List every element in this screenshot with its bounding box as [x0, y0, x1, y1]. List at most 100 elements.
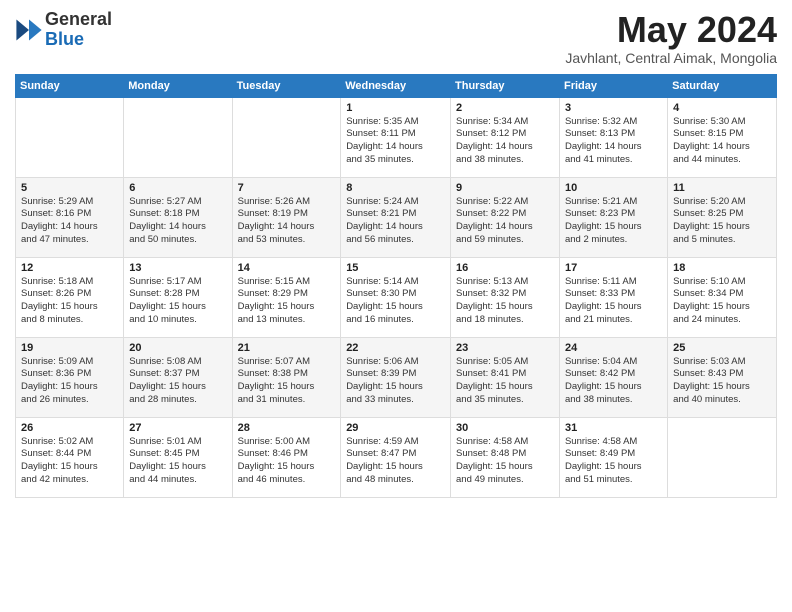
- day-info: Sunrise: 5:04 AM Sunset: 8:42 PM Dayligh…: [565, 356, 662, 407]
- calendar-cell: 2 Sunrise: 5:34 AM Sunset: 8:12 PM Daylig…: [451, 97, 560, 177]
- day-number: 14: [238, 262, 336, 274]
- day-number: 24: [565, 342, 662, 354]
- title-block: May 2024 Javhlant, Central Aimak, Mongol…: [565, 10, 777, 66]
- calendar-cell: 12Sunrise: 5:18 AM Sunset: 8:26 PM Dayli…: [16, 257, 124, 337]
- day-info: Sunrise: 5:26 AM Sunset: 8:19 PM Dayligh…: [238, 196, 336, 247]
- day-number: 25: [673, 342, 771, 354]
- day-number: 31: [565, 422, 662, 434]
- day-info: Sunrise: 5:13 AM Sunset: 8:32 PM Dayligh…: [456, 276, 554, 327]
- day-number: 13: [129, 262, 226, 274]
- calendar-cell: 24 Sunrise: 5:04 AM Sunset: 8:42 PM Dayli…: [559, 337, 667, 417]
- calendar-cell: [124, 97, 232, 177]
- calendar-cell: 28 Sunrise: 5:00 AM Sunset: 8:46 PM Dayli…: [232, 417, 341, 497]
- day-info: Sunrise: 5:11 AM Sunset: 8:33 PM Dayligh…: [565, 276, 662, 327]
- weekday-header-thursday: Thursday: [451, 74, 560, 97]
- calendar-cell: 10 Sunrise: 5:21 AM Sunset: 8:23 PM Dayli…: [559, 177, 667, 257]
- day-number: 28: [238, 422, 336, 434]
- day-number: 30: [456, 422, 554, 434]
- day-number: 20: [129, 342, 226, 354]
- calendar-cell: 5Sunrise: 5:29 AM Sunset: 8:16 PM Daylig…: [16, 177, 124, 257]
- day-info: Sunrise: 5:30 AM Sunset: 8:15 PM Dayligh…: [673, 116, 771, 167]
- calendar-cell: 20 Sunrise: 5:08 AM Sunset: 8:37 PM Dayli…: [124, 337, 232, 417]
- calendar-cell: 23Sunrise: 5:05 AM Sunset: 8:41 PM Dayli…: [451, 337, 560, 417]
- weekday-header-tuesday: Tuesday: [232, 74, 341, 97]
- calendar-cell: 22 Sunrise: 5:06 AM Sunset: 8:39 PM Dayli…: [341, 337, 451, 417]
- weekday-header-row: SundayMondayTuesdayWednesdayThursdayFrid…: [16, 74, 777, 97]
- day-info: Sunrise: 5:03 AM Sunset: 8:43 PM Dayligh…: [673, 356, 771, 407]
- day-number: 27: [129, 422, 226, 434]
- day-info: Sunrise: 5:09 AM Sunset: 8:36 PM Dayligh…: [21, 356, 118, 407]
- day-info: Sunrise: 5:02 AM Sunset: 8:44 PM Dayligh…: [21, 436, 118, 487]
- day-number: 2: [456, 102, 554, 114]
- day-number: 21: [238, 342, 336, 354]
- logo: General Blue: [15, 10, 112, 50]
- day-info: Sunrise: 5:17 AM Sunset: 8:28 PM Dayligh…: [129, 276, 226, 327]
- calendar-cell: 25 Sunrise: 5:03 AM Sunset: 8:43 PM Dayli…: [668, 337, 777, 417]
- day-info: Sunrise: 5:05 AM Sunset: 8:41 PM Dayligh…: [456, 356, 554, 407]
- day-number: 9: [456, 182, 554, 194]
- day-number: 7: [238, 182, 336, 194]
- calendar-cell: 3 Sunrise: 5:32 AM Sunset: 8:13 PM Daylig…: [559, 97, 667, 177]
- day-info: Sunrise: 5:32 AM Sunset: 8:13 PM Dayligh…: [565, 116, 662, 167]
- day-number: 3: [565, 102, 662, 114]
- day-number: 19: [21, 342, 118, 354]
- day-info: Sunrise: 4:59 AM Sunset: 8:47 PM Dayligh…: [346, 436, 445, 487]
- day-info: Sunrise: 5:15 AM Sunset: 8:29 PM Dayligh…: [238, 276, 336, 327]
- calendar-cell: 17 Sunrise: 5:11 AM Sunset: 8:33 PM Dayli…: [559, 257, 667, 337]
- week-row-0: 1Sunrise: 5:35 AM Sunset: 8:11 PM Daylig…: [16, 97, 777, 177]
- day-number: 22: [346, 342, 445, 354]
- day-info: Sunrise: 4:58 AM Sunset: 8:49 PM Dayligh…: [565, 436, 662, 487]
- day-number: 11: [673, 182, 771, 194]
- weekday-header-saturday: Saturday: [668, 74, 777, 97]
- weekday-header-sunday: Sunday: [16, 74, 124, 97]
- calendar-cell: 27 Sunrise: 5:01 AM Sunset: 8:45 PM Dayli…: [124, 417, 232, 497]
- calendar-cell: 21 Sunrise: 5:07 AM Sunset: 8:38 PM Dayli…: [232, 337, 341, 417]
- weekday-header-wednesday: Wednesday: [341, 74, 451, 97]
- day-number: 15: [346, 262, 445, 274]
- day-number: 18: [673, 262, 771, 274]
- calendar-cell: 4 Sunrise: 5:30 AM Sunset: 8:15 PM Daylig…: [668, 97, 777, 177]
- day-number: 17: [565, 262, 662, 274]
- calendar-cell: 15 Sunrise: 5:14 AM Sunset: 8:30 PM Dayli…: [341, 257, 451, 337]
- calendar-cell: [668, 417, 777, 497]
- day-info: Sunrise: 5:27 AM Sunset: 8:18 PM Dayligh…: [129, 196, 226, 247]
- calendar-cell: [232, 97, 341, 177]
- day-number: 29: [346, 422, 445, 434]
- calendar-cell: 26Sunrise: 5:02 AM Sunset: 8:44 PM Dayli…: [16, 417, 124, 497]
- calendar-cell: 1Sunrise: 5:35 AM Sunset: 8:11 PM Daylig…: [341, 97, 451, 177]
- day-info: Sunrise: 5:00 AM Sunset: 8:46 PM Dayligh…: [238, 436, 336, 487]
- calendar-cell: 9 Sunrise: 5:22 AM Sunset: 8:22 PM Daylig…: [451, 177, 560, 257]
- header: General Blue May 2024 Javhlant, Central …: [15, 10, 777, 66]
- day-info: Sunrise: 5:08 AM Sunset: 8:37 PM Dayligh…: [129, 356, 226, 407]
- day-number: 4: [673, 102, 771, 114]
- calendar-cell: 19 Sunrise: 5:09 AM Sunset: 8:36 PM Dayli…: [16, 337, 124, 417]
- day-info: Sunrise: 5:14 AM Sunset: 8:30 PM Dayligh…: [346, 276, 445, 327]
- calendar-cell: 18Sunrise: 5:10 AM Sunset: 8:34 PM Dayli…: [668, 257, 777, 337]
- logo-general: General: [45, 9, 112, 29]
- day-info: Sunrise: 5:18 AM Sunset: 8:26 PM Dayligh…: [21, 276, 118, 327]
- day-info: Sunrise: 5:21 AM Sunset: 8:23 PM Dayligh…: [565, 196, 662, 247]
- location: Javhlant, Central Aimak, Mongolia: [565, 50, 777, 66]
- day-info: Sunrise: 5:01 AM Sunset: 8:45 PM Dayligh…: [129, 436, 226, 487]
- day-info: Sunrise: 5:07 AM Sunset: 8:38 PM Dayligh…: [238, 356, 336, 407]
- calendar-cell: 7 Sunrise: 5:26 AM Sunset: 8:19 PM Daylig…: [232, 177, 341, 257]
- day-info: Sunrise: 5:20 AM Sunset: 8:25 PM Dayligh…: [673, 196, 771, 247]
- logo-text: General Blue: [45, 10, 112, 50]
- day-info: Sunrise: 5:34 AM Sunset: 8:12 PM Dayligh…: [456, 116, 554, 167]
- day-number: 5: [21, 182, 118, 194]
- calendar-cell: 8Sunrise: 5:24 AM Sunset: 8:21 PM Daylig…: [341, 177, 451, 257]
- day-number: 6: [129, 182, 226, 194]
- calendar-cell: 31 Sunrise: 4:58 AM Sunset: 8:49 PM Dayli…: [559, 417, 667, 497]
- day-number: 1: [346, 102, 445, 114]
- day-info: Sunrise: 5:06 AM Sunset: 8:39 PM Dayligh…: [346, 356, 445, 407]
- day-number: 10: [565, 182, 662, 194]
- weekday-header-monday: Monday: [124, 74, 232, 97]
- day-info: Sunrise: 5:22 AM Sunset: 8:22 PM Dayligh…: [456, 196, 554, 247]
- weekday-header-friday: Friday: [559, 74, 667, 97]
- logo-icon: [15, 16, 43, 44]
- calendar-cell: 30Sunrise: 4:58 AM Sunset: 8:48 PM Dayli…: [451, 417, 560, 497]
- calendar-cell: [16, 97, 124, 177]
- calendar-cell: 29 Sunrise: 4:59 AM Sunset: 8:47 PM Dayli…: [341, 417, 451, 497]
- calendar-cell: 6 Sunrise: 5:27 AM Sunset: 8:18 PM Daylig…: [124, 177, 232, 257]
- calendar-cell: 11 Sunrise: 5:20 AM Sunset: 8:25 PM Dayli…: [668, 177, 777, 257]
